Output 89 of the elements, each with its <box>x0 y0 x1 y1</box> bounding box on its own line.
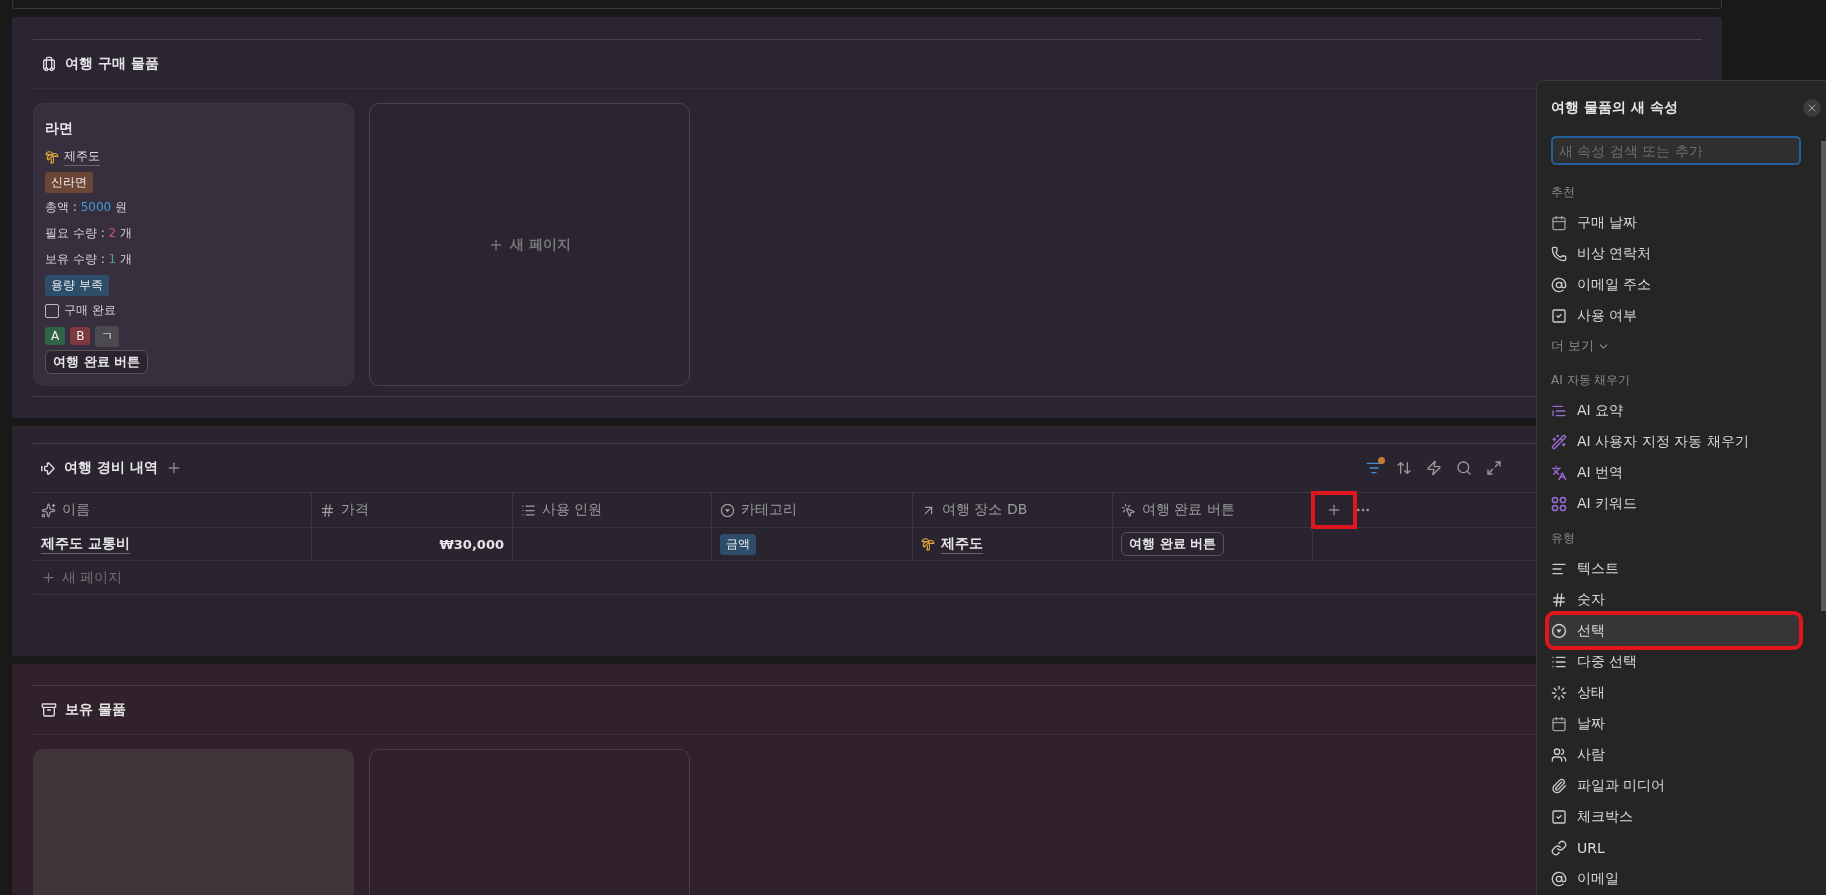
place-link[interactable]: 제주도 <box>64 147 100 166</box>
price-cell: ₩30,000 <box>439 536 504 552</box>
tag: ㄱ <box>95 325 120 347</box>
expand-icon[interactable] <box>1486 460 1502 476</box>
section-heading: AI 자동 채우기 <box>1551 371 1632 389</box>
menu-item[interactable]: 다중 선택 <box>1549 646 1799 677</box>
menu-item[interactable]: 체크박스 <box>1549 801 1799 832</box>
add-column-button[interactable] <box>1313 493 1355 527</box>
menu-item[interactable]: 날짜 <box>1549 708 1799 739</box>
phone-icon <box>1551 245 1567 262</box>
property-text: 총액 : 5000 원 <box>45 199 128 217</box>
at-sign-icon <box>1551 276 1567 293</box>
plus-icon <box>1326 502 1342 518</box>
link-icon <box>1551 839 1567 856</box>
menu-item[interactable]: AI 요약 <box>1549 395 1799 426</box>
search-field[interactable]: 새 속성 검색 또는 추가 <box>1551 136 1801 165</box>
arrow-icon <box>39 459 56 477</box>
column-header[interactable]: 여행 장소 DB <box>913 493 1113 527</box>
magic-wand-icon <box>1551 433 1567 450</box>
people-icon <box>1551 746 1567 763</box>
section-heading: 유형 <box>1551 529 1576 547</box>
cursor-click-icon <box>1121 502 1136 518</box>
property-text: 보유 수량 : 1 개 <box>45 250 132 268</box>
row-title[interactable]: 제주도 교통비 <box>41 534 130 554</box>
board-title: 보유 물품 <box>65 701 126 719</box>
hash-icon <box>320 502 335 518</box>
menu-title: 여행 물품의 새 속성 <box>1551 99 1678 117</box>
board-title: 여행 구매 물품 <box>65 55 159 73</box>
close-icon <box>1806 102 1818 114</box>
section-heading: 추천 <box>1551 183 1576 201</box>
sparkle-icon <box>41 502 56 518</box>
suitcase-icon <box>41 56 57 72</box>
menu-item[interactable]: 숫자 <box>1549 584 1799 615</box>
search-icon[interactable] <box>1456 460 1472 476</box>
menu-item[interactable]: 구매 날짜 <box>1549 207 1799 238</box>
new-page-label: 새 페이지 <box>510 235 571 254</box>
tag: B <box>70 327 91 346</box>
tag: A <box>45 327 66 346</box>
calendar-icon <box>1551 214 1567 231</box>
trip-done-button[interactable]: 여행 완료 버튼 <box>45 350 149 375</box>
place-link[interactable]: 제주도 <box>941 534 983 554</box>
category-tag: 금액 <box>720 533 756 555</box>
checkbox-icon <box>1551 307 1567 324</box>
circles-icon <box>1551 495 1567 512</box>
tag: 용량 부족 <box>45 274 109 296</box>
menu-item[interactable]: AI 번역 <box>1549 457 1799 488</box>
palm-tree-icon <box>45 149 59 164</box>
palm-tree-icon <box>921 537 935 551</box>
column-header[interactable]: 카테고리 <box>712 493 913 527</box>
property-text: 필요 수량 : 2 개 <box>45 225 132 243</box>
menu-item[interactable]: AI 사용자 지정 자동 채우기 <box>1549 426 1799 457</box>
column-header[interactable]: 이름 <box>33 493 312 527</box>
menu-item[interactable]: AI 키워드 <box>1549 488 1799 519</box>
sort-icon[interactable] <box>1396 460 1412 476</box>
table-title: 여행 경비 내역 <box>64 459 158 477</box>
calendar-icon <box>1551 715 1567 732</box>
checkbox[interactable] <box>45 303 59 318</box>
menu-item[interactable]: URL <box>1549 832 1799 863</box>
column-header[interactable]: 가격 <box>312 493 513 527</box>
lightning-icon[interactable] <box>1426 460 1442 476</box>
checkbox-icon <box>1551 808 1567 825</box>
menu-item[interactable]: 이메일 주소 <box>1549 269 1799 300</box>
column-header[interactable]: 여행 완료 버튼 <box>1113 493 1313 527</box>
list-icon <box>521 502 536 518</box>
spinner-icon <box>1551 684 1567 701</box>
menu-item[interactable]: 텍스트 <box>1549 553 1799 584</box>
show-more-link[interactable]: 더 보기 <box>1551 331 1611 361</box>
filter-icon[interactable] <box>1366 460 1382 476</box>
archive-box-icon <box>41 702 57 718</box>
menu-item[interactable]: 사용 여부 <box>1549 300 1799 331</box>
menu-item[interactable]: 비상 연락처 <box>1549 238 1799 269</box>
card-title: 라면 <box>45 118 74 138</box>
menu-item[interactable]: 이메일 <box>1549 863 1799 894</box>
column-header[interactable]: 사용 인원 <box>513 493 712 527</box>
hash-icon <box>1551 591 1567 608</box>
paperclip-icon <box>1551 777 1567 794</box>
close-button[interactable] <box>1803 99 1821 117</box>
menu-item[interactable]: 상태 <box>1549 677 1799 708</box>
dropdown-circle-icon <box>1551 622 1567 639</box>
tag: 신라면 <box>45 171 93 193</box>
checkbox-label: 구매 완료 <box>64 302 116 320</box>
at-sign-icon <box>1551 870 1567 887</box>
dropdown-circle-icon <box>720 502 735 518</box>
menu-item[interactable]: 파일과 미디어 <box>1549 770 1799 801</box>
plus-icon <box>41 570 56 585</box>
menu-item[interactable]: 사람 <box>1549 739 1799 770</box>
item-card[interactable]: 라면 제주도 신라면 총액 : 5000 원 필요 수량 : 2 개 보유 수량 : 1 개 용량 부족 구매 완료 A B ㄱ 여행 완료 버튼 <box>33 103 354 386</box>
trip-done-button[interactable]: 여행 완료 버튼 <box>1121 532 1225 556</box>
translate-icon <box>1551 464 1567 481</box>
